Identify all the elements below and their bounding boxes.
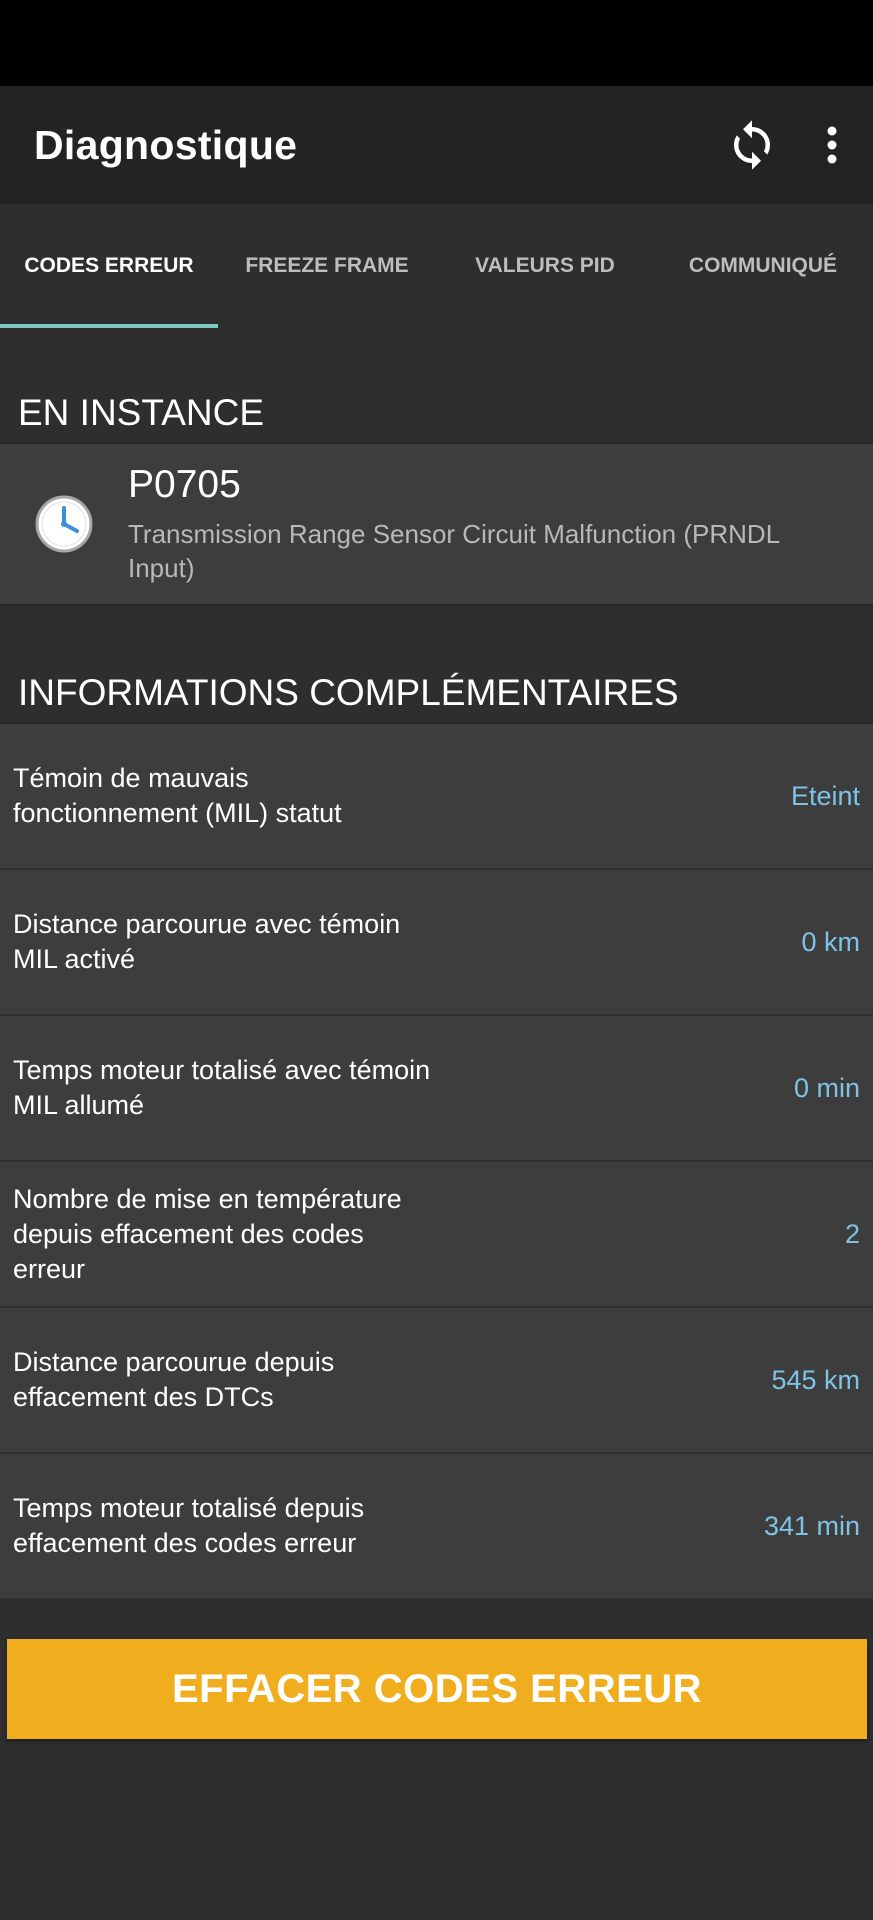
clock-icon [0, 493, 128, 555]
page-title: Diagnostique [34, 121, 298, 168]
info-label: Distance parcourue depuis effacement des… [13, 1347, 335, 1412]
pending-section-header: EN INSTANCE [0, 328, 873, 444]
info-label: Temps moteur totalisé avec témoin MIL al… [13, 1055, 431, 1120]
app-bar: Diagnostique [0, 86, 873, 204]
info-label: Temps moteur totalisé depuis effacement … [13, 1493, 365, 1558]
clear-codes-button[interactable]: EFFACER CODES ERREUR [7, 1639, 867, 1739]
more-vert-icon[interactable] [825, 125, 839, 165]
tab-freeze-frame[interactable]: FREEZE FRAME [218, 204, 436, 328]
info-label: Distance parcourue avec témoin MIL activ… [13, 909, 401, 974]
info-row-mil-status: Témoin de mauvais fonctionnement (MIL) s… [0, 724, 873, 870]
tab-communique[interactable]: COMMUNIQUÉ [654, 204, 872, 328]
info-label: Nombre de mise en température depuis eff… [13, 1183, 402, 1284]
info-label: Témoin de mauvais fonctionnement (MIL) s… [13, 763, 342, 828]
info-value: 0 min [793, 1072, 860, 1103]
info-value: 0 km [801, 926, 860, 957]
info-row-time-since-clear: Temps moteur totalisé depuis effacement … [0, 1454, 873, 1600]
info-row-mil-distance: Distance parcourue avec témoin MIL activ… [0, 870, 873, 1016]
tab-codes-erreur[interactable]: CODES ERREUR [0, 204, 218, 328]
content: EN INSTANCE P0705 Transmission Range Sen… [0, 328, 873, 1600]
info-row-warmups: Nombre de mise en température depuis eff… [0, 1162, 873, 1308]
dtc-code: P0705 [128, 463, 241, 506]
info-value: 341 min [763, 1510, 860, 1541]
refresh-icon[interactable] [725, 118, 779, 172]
tab-bar: CODES ERREUR FREEZE FRAME VALEURS PID CO… [0, 204, 873, 328]
info-value: 545 km [771, 1364, 860, 1395]
info-section-header: INFORMATIONS COMPLÉMENTAIRES [0, 630, 873, 724]
info-value: 2 [844, 1218, 860, 1249]
dtc-list-item[interactable]: P0705 Transmission Range Sensor Circuit … [0, 444, 873, 606]
info-row-distance-since-clear: Distance parcourue depuis effacement des… [0, 1308, 873, 1454]
info-row-mil-time: Temps moteur totalisé avec témoin MIL al… [0, 1016, 873, 1162]
tab-valeurs-pid[interactable]: VALEURS PID [436, 204, 654, 328]
dtc-text: P0705 Transmission Range Sensor Circuit … [128, 463, 873, 585]
app-bar-actions [725, 118, 839, 172]
info-value: Eteint [790, 780, 860, 811]
dtc-description: Transmission Range Sensor Circuit Malfun… [128, 519, 780, 583]
status-bar [0, 0, 873, 86]
